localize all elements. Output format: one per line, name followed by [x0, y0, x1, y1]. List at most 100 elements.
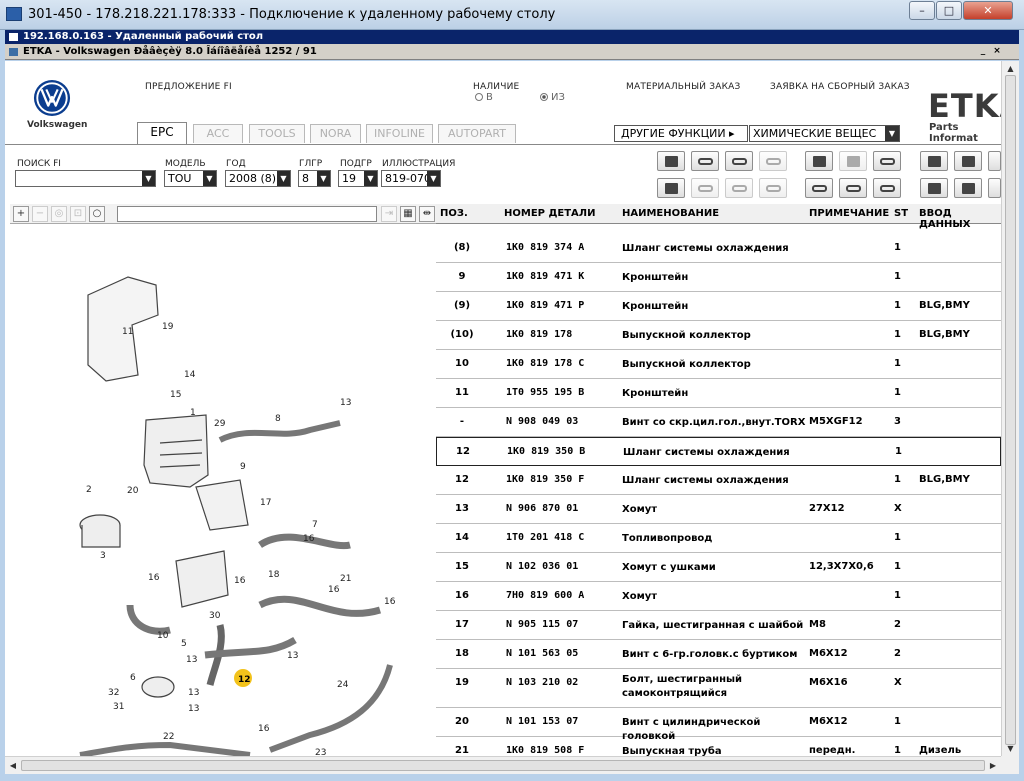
table-row[interactable]: 13 N 906 870 01 Хомут 27X12 X — [436, 495, 1001, 524]
cart-button[interactable] — [873, 178, 901, 198]
model-select-value: TOU — [168, 172, 192, 185]
radio-in[interactable]: В — [475, 92, 493, 103]
car-button[interactable] — [725, 151, 753, 171]
list-button[interactable] — [988, 151, 1001, 171]
etka-minimize-icon[interactable]: _ — [977, 46, 989, 57]
chevron-down-icon[interactable]: ▼ — [203, 171, 216, 186]
table-row[interactable]: 9 1K0 819 471 K Кронштейн 1 — [436, 263, 1001, 292]
resize-grip[interactable] — [1001, 756, 1019, 774]
table-row[interactable]: 16 7H0 819 600 A Хомут 1 — [436, 582, 1001, 611]
chevron-down-icon[interactable]: ▼ — [885, 126, 899, 141]
chevron-down-icon[interactable]: ▼ — [277, 171, 290, 186]
col-data[interactable]: ВВОД ДАННЫХ — [919, 208, 1001, 230]
car-tilt-icon — [732, 185, 747, 192]
chevron-down-icon[interactable]: ▼ — [142, 171, 155, 186]
tab-epc[interactable]: EPC — [137, 122, 187, 144]
prev-button[interactable] — [954, 178, 982, 198]
col-num[interactable]: НОМЕР ДЕТАЛИ — [504, 208, 595, 219]
radio-from[interactable]: ИЗ — [540, 92, 565, 103]
radio-in-dot[interactable] — [475, 93, 483, 101]
table-row[interactable]: (10) 1K0 819 178 Выпускной коллектор 1 BLG,B… — [436, 321, 1001, 350]
search-input[interactable]: ▼ — [15, 170, 156, 187]
tab-tools[interactable]: TOOLS — [249, 124, 305, 143]
vertical-scroll-thumb[interactable] — [1005, 75, 1016, 745]
zoom-fit-icon[interactable]: ◎ — [51, 206, 67, 222]
parts-illustration[interactable]: 11 1914 15129 8139 2 2017 3716 16 1618 2116… — [10, 225, 436, 756]
table-row[interactable]: 11 1T0 955 195 B Кронштейн 1 — [436, 379, 1001, 408]
zoom-out-icon[interactable]: − — [32, 206, 48, 222]
layout-icon[interactable]: ▦ — [400, 206, 416, 222]
table-row[interactable]: - N 908 049 03 Винт со скр.цил.гол.,внут.T… — [436, 408, 1001, 437]
chevron-down-icon[interactable]: ▼ — [364, 171, 377, 186]
car-tilt-button[interactable] — [725, 178, 753, 198]
maximize-button[interactable]: □ — [936, 1, 962, 20]
chevron-down-icon[interactable]: ▼ — [317, 171, 330, 186]
tab-acc[interactable]: ACC — [193, 124, 243, 143]
scroll-up-icon[interactable]: ▲ — [1004, 62, 1017, 75]
depot-button[interactable] — [839, 151, 867, 171]
close-button[interactable]: ✕ — [963, 1, 1013, 20]
model-select[interactable]: TOU ▼ — [164, 170, 217, 187]
glgr-select[interactable]: 8 ▼ — [298, 170, 331, 187]
back-list-button[interactable] — [954, 151, 982, 171]
table-row[interactable]: (8) 1K0 819 374 A Шланг системы охлаждения… — [436, 234, 1001, 263]
table-row[interactable]: (9) 1K0 819 471 P Кронштейн 1 BLG,BMY — [436, 292, 1001, 321]
tab-infoline[interactable]: INFOLINE — [366, 124, 433, 143]
table-row[interactable]: 20 N 101 153 07 Винт с цилиндрической голо… — [436, 708, 1001, 742]
table-row[interactable]: 19 N 103 210 02 Болт, шестигранный самокон… — [436, 669, 1001, 708]
table-row[interactable]: 21 1K0 819 508 F Выпускная труба передн. 1 Ди… — [436, 737, 1001, 756]
col-note[interactable]: ПРИМЕЧАНИЕ — [809, 208, 889, 219]
tachometer-button[interactable] — [691, 151, 719, 171]
arrow-next-button[interactable] — [759, 178, 787, 198]
key-button[interactable] — [691, 178, 719, 198]
print-button[interactable] — [657, 151, 685, 171]
horizontal-scrollbar[interactable]: ◀ ▶ — [5, 756, 1001, 774]
elsa-button[interactable] — [805, 151, 833, 171]
first-button[interactable] — [920, 178, 948, 198]
col-st[interactable]: ST — [894, 208, 908, 219]
window-titlebar[interactable]: 301-450 - 178.218.221.178:333 - Подключе… — [0, 0, 1024, 30]
assembly-order-link[interactable]: ЗАЯВКА НА СБОРНЫЙ ЗАКАЗ — [770, 82, 910, 92]
key-icon — [698, 185, 713, 192]
chemicals-select[interactable]: ХИМИЧЕСКИЕ ВЕЩЕС ▼ — [749, 125, 900, 142]
prev-page-button[interactable] — [988, 178, 1001, 198]
pin-button[interactable] — [920, 151, 948, 171]
scroll-down-icon[interactable]: ▼ — [1004, 742, 1017, 755]
chain-button[interactable] — [759, 151, 787, 171]
material-order-link[interactable]: МАТЕРИАЛЬНЫЙ ЗАКАЗ — [626, 82, 741, 92]
chevron-down-icon[interactable]: ▼ — [427, 171, 440, 186]
zoom-area-icon[interactable]: ⊡ — [70, 206, 86, 222]
table-row[interactable]: 12 1K0 819 350 B Шланг системы охлаждения 1 — [436, 437, 1001, 466]
vehicle-check-icon — [846, 185, 861, 192]
scroll-left-icon[interactable]: ◀ — [7, 760, 19, 772]
table-row[interactable]: 10 1K0 819 178 C Выпускной коллектор 1 — [436, 350, 1001, 379]
year-select[interactable]: 2008 (8) ▼ — [225, 170, 291, 187]
tab-autopart[interactable]: AUTOPART — [438, 124, 516, 143]
table-row[interactable]: 18 N 101 563 05 Винт с 6-гр.головк.с бурти… — [436, 640, 1001, 669]
etka-close-icon[interactable]: × — [991, 46, 1003, 57]
table-row[interactable]: 15 N 102 036 01 Хомут с ушками 12,3X7X0,6 1 — [436, 553, 1001, 582]
radio-from-dot[interactable] — [540, 93, 548, 101]
table-row[interactable]: 17 N 905 115 07 Гайка, шестигранная с шайб… — [436, 611, 1001, 640]
illustration-select[interactable]: 819-070 ▼ — [381, 170, 441, 187]
tab-nora[interactable]: NORA — [310, 124, 361, 143]
illustration-info-field[interactable] — [117, 206, 377, 222]
other-functions-button[interactable]: ДРУГИЕ ФУНКЦИИ ▸ — [614, 125, 748, 142]
zoom-in-icon[interactable]: + — [13, 206, 29, 222]
scroll-right-icon[interactable]: ▶ — [987, 760, 999, 772]
minimize-button[interactable]: – — [909, 1, 935, 20]
magnifier-icon[interactable]: ○ — [89, 206, 105, 222]
table-row[interactable]: 12 1K0 819 350 F Шланг системы охлаждения 1… — [436, 466, 1001, 495]
vehicle-check-button[interactable] — [839, 178, 867, 198]
cart-add-button[interactable] — [873, 151, 901, 171]
list-view-button[interactable] — [657, 178, 685, 198]
horizontal-scroll-thumb[interactable] — [21, 760, 985, 771]
col-pos[interactable]: ПОЗ. — [440, 208, 468, 219]
vehicle-button[interactable] — [805, 178, 833, 198]
vertical-scrollbar[interactable]: ▲ ▼ — [1001, 61, 1019, 756]
table-row[interactable]: 14 1T0 201 418 C Топливопровод 1 — [436, 524, 1001, 553]
copy-icon[interactable]: ⇥ — [381, 206, 397, 222]
col-name[interactable]: НАИМЕНОВАНИЕ — [622, 208, 719, 219]
podgr-select[interactable]: 19 ▼ — [338, 170, 378, 187]
split-icon[interactable]: ⇹ — [419, 206, 435, 222]
